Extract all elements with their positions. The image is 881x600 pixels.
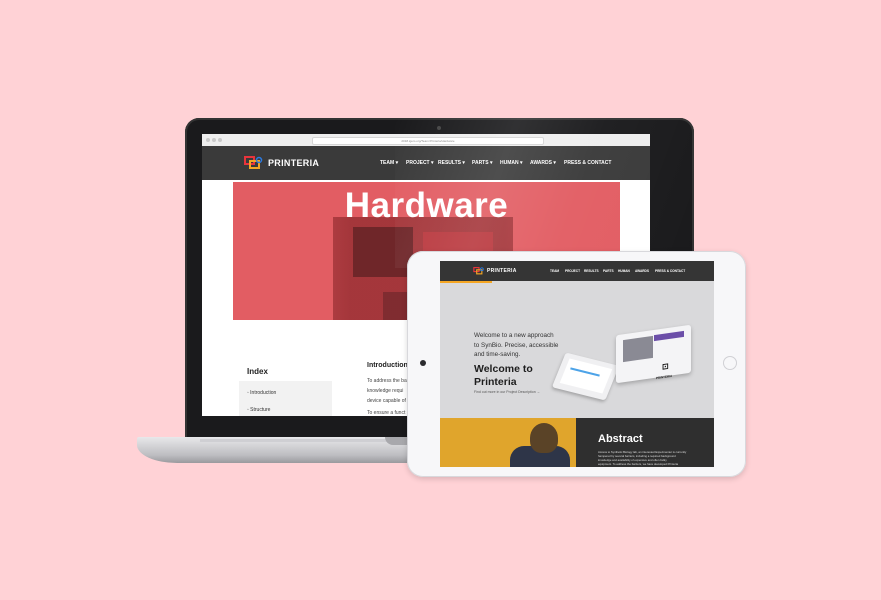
index-item-introduction[interactable]: ◦ Introduction	[247, 390, 276, 396]
nav-item-press-contact[interactable]: PRESS & CONTACT	[655, 269, 685, 273]
printer-logo-icon: ⊡	[662, 361, 669, 372]
tablet-navbar: PRINTERIA TEAM PROJECT RESULTS PARTS HUM…	[440, 261, 714, 281]
intro-text-line: device capable of	[367, 398, 406, 404]
tablet-home-button[interactable]	[723, 356, 737, 370]
printeria-logo-icon[interactable]	[473, 267, 485, 275]
nav-item-parts[interactable]: PARTS ▾	[472, 160, 492, 166]
brand-name[interactable]: PRINTERIA	[268, 158, 319, 168]
project-description-link[interactable]: Find out more in our Project Description…	[474, 390, 540, 394]
abstract-title: Abstract	[598, 433, 643, 445]
hero-tagline-line: Welcome to a new approach	[474, 332, 554, 339]
hero-accent-bar	[440, 281, 492, 283]
chevron-down-icon: ▾	[489, 160, 493, 166]
laptop-camera	[437, 126, 441, 130]
index-title: Index	[247, 367, 268, 376]
index-list: ◦ Introduction ◦ Structure	[239, 381, 332, 416]
window-maximize-icon[interactable]	[218, 138, 222, 142]
hero-title: Hardware	[344, 186, 509, 225]
nav-item-parts[interactable]: PARTS	[603, 269, 614, 273]
chevron-down-icon: ▾	[462, 160, 465, 166]
printer-window	[623, 335, 653, 363]
nav-item-team[interactable]: TEAM	[550, 269, 559, 273]
nav-item-results[interactable]: RESULTS	[584, 269, 599, 273]
window-minimize-icon[interactable]	[212, 138, 216, 142]
tablet-camera	[420, 360, 426, 366]
tablet-screen: PRINTERIA TEAM PROJECT RESULTS PARTS HUM…	[440, 261, 714, 467]
hero-tagline-line: to SynBio. Precise, accessible	[474, 341, 559, 349]
site-navbar: PRINTERIA TEAM ▾ PROJECT ▾ RESULTS ▾ PAR…	[202, 146, 650, 180]
abstract-text-line: equipment. To address the barriers, we h…	[598, 462, 679, 466]
hero-tagline-line: and time-saving.	[474, 351, 521, 358]
nav-item-team[interactable]: TEAM ▾	[380, 160, 398, 166]
nav-item-press-contact[interactable]: PRESS & CONTACT	[564, 160, 611, 166]
nav-item-awards[interactable]: AWARDS	[635, 269, 649, 273]
abstract-image-person-head	[530, 423, 558, 453]
intro-text-line: knowledge requi	[367, 388, 404, 394]
hero-tagline: Welcome to a new approach to SynBio. Pre…	[474, 331, 558, 360]
printeria-logo-icon[interactable]	[244, 156, 264, 170]
chevron-down-icon: ▾	[431, 160, 434, 166]
address-bar[interactable]: 2018.igem.org/Team:Printeria/Hardware	[312, 137, 544, 145]
window-close-icon[interactable]	[206, 138, 210, 142]
hero-welcome-title: Welcome to Printeria	[474, 363, 533, 388]
chevron-down-icon: ▾	[520, 160, 523, 166]
intro-text-line: To ensure a funct	[367, 410, 406, 416]
nav-item-project[interactable]: PROJECT	[565, 269, 580, 273]
nav-item-project[interactable]: PROJECT ▾	[406, 160, 434, 166]
hero-welcome-line: Printeria	[474, 375, 517, 388]
intro-text-line: To address the ba	[367, 378, 407, 384]
brand-name[interactable]: PRINTERIA	[487, 268, 517, 274]
nav-item-human[interactable]: HUMAN ▾	[500, 160, 523, 166]
hero-welcome-line: Welcome to	[474, 363, 533, 375]
index-item-structure[interactable]: ◦ Structure	[247, 407, 270, 413]
nav-item-results[interactable]: RESULTS ▾	[438, 160, 465, 166]
chevron-down-icon: ▾	[553, 160, 556, 166]
intro-title: Introduction	[367, 362, 408, 369]
nav-item-human[interactable]: HUMAN	[618, 269, 630, 273]
nav-item-awards[interactable]: AWARDS ▾	[530, 160, 556, 166]
chevron-down-icon: ▾	[395, 160, 399, 166]
